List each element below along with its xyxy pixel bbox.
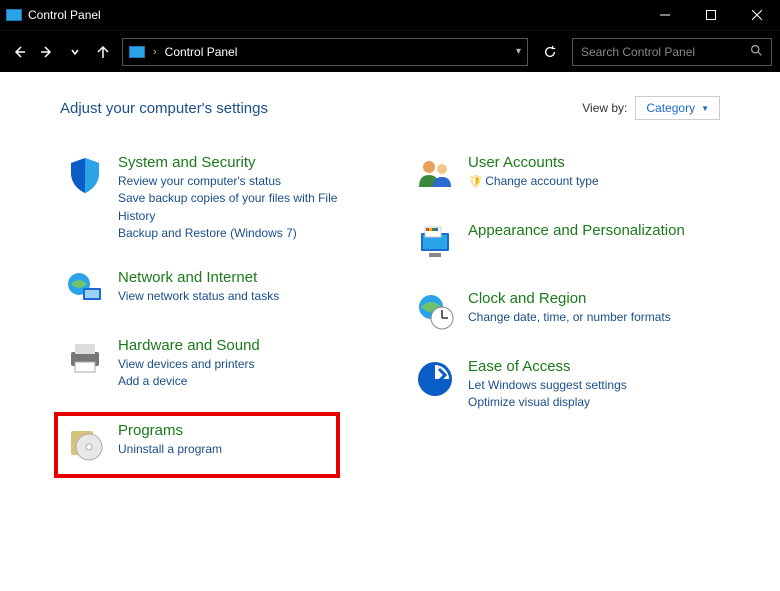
link-text: Change account type	[485, 174, 598, 188]
chevron-down-icon[interactable]: ▾	[516, 46, 521, 57]
category-ease-of-access: Ease of Access Let Windows suggest setti…	[410, 354, 720, 416]
link-review-status[interactable]: Review your computer's status	[118, 173, 366, 190]
link-network-status[interactable]: View network status and tasks	[118, 288, 366, 305]
uac-shield-icon: 🛡	[468, 174, 483, 188]
category-programs: Programs Uninstall a program	[54, 412, 340, 478]
category-title[interactable]: Programs	[118, 422, 330, 439]
link-suggest-settings[interactable]: Let Windows suggest settings	[468, 377, 716, 394]
globe-icon	[64, 269, 106, 311]
category-title[interactable]: Clock and Region	[468, 290, 716, 307]
link-file-history[interactable]: Save backup copies of your files with Fi…	[118, 190, 366, 225]
window-title: Control Panel	[28, 8, 642, 22]
control-panel-icon	[129, 46, 145, 58]
search-box[interactable]	[572, 38, 772, 66]
link-change-date-time[interactable]: Change date, time, or number formats	[468, 309, 716, 326]
category-title[interactable]: User Accounts	[468, 154, 716, 171]
category-network: Network and Internet View network status…	[60, 265, 370, 315]
clock-globe-icon	[414, 290, 456, 332]
breadcrumb-separator-icon: ›	[153, 46, 157, 58]
view-by-selector[interactable]: Category ▼	[635, 96, 720, 120]
category-system-security: System and Security Review your computer…	[60, 150, 370, 247]
search-icon[interactable]	[750, 44, 763, 60]
navbar: › Control Panel ▾	[0, 30, 780, 72]
address-bar[interactable]: › Control Panel ▾	[122, 38, 528, 66]
right-column: User Accounts 🛡Change account type Appea…	[410, 150, 720, 496]
top-row: Adjust your computer's settings View by:…	[60, 96, 720, 120]
category-clock-region: Clock and Region Change date, time, or n…	[410, 286, 720, 336]
shield-icon	[64, 154, 106, 196]
monitor-icon	[414, 222, 456, 264]
content: Adjust your computer's settings View by:…	[0, 72, 780, 496]
titlebar: Control Panel	[0, 0, 780, 30]
category-title[interactable]: Network and Internet	[118, 269, 366, 286]
category-title[interactable]: System and Security	[118, 154, 366, 171]
link-backup-restore[interactable]: Backup and Restore (Windows 7)	[118, 225, 366, 242]
up-button[interactable]	[92, 41, 114, 63]
people-icon	[414, 154, 456, 196]
breadcrumb-current[interactable]: Control Panel	[165, 45, 508, 59]
link-change-account-type[interactable]: 🛡Change account type	[468, 173, 716, 190]
close-button[interactable]	[734, 0, 780, 30]
category-title[interactable]: Ease of Access	[468, 358, 716, 375]
recent-dropdown[interactable]	[64, 41, 86, 63]
link-optimize-display[interactable]: Optimize visual display	[468, 394, 716, 411]
back-button[interactable]	[8, 41, 30, 63]
category-hardware: Hardware and Sound View devices and prin…	[60, 333, 370, 395]
view-by-value: Category	[646, 101, 695, 115]
category-title[interactable]: Hardware and Sound	[118, 337, 366, 354]
category-columns: System and Security Review your computer…	[60, 150, 720, 496]
window-controls	[642, 0, 780, 30]
forward-button[interactable]	[36, 41, 58, 63]
link-add-device[interactable]: Add a device	[118, 373, 366, 390]
category-user-accounts: User Accounts 🛡Change account type	[410, 150, 720, 200]
category-title[interactable]: Appearance and Personalization	[468, 222, 716, 239]
ease-of-access-icon	[414, 358, 456, 400]
chevron-down-icon: ▼	[701, 104, 709, 113]
view-by: View by: Category ▼	[582, 96, 720, 120]
printer-icon	[64, 337, 106, 379]
search-input[interactable]	[581, 45, 750, 59]
left-column: System and Security Review your computer…	[60, 150, 370, 496]
page-heading: Adjust your computer's settings	[60, 100, 268, 117]
link-uninstall-program[interactable]: Uninstall a program	[118, 441, 330, 458]
control-panel-icon	[6, 9, 22, 21]
disc-icon	[64, 422, 106, 464]
view-by-label: View by:	[582, 101, 627, 115]
category-appearance: Appearance and Personalization	[410, 218, 720, 268]
nav-arrows	[8, 41, 114, 63]
link-devices-printers[interactable]: View devices and printers	[118, 356, 366, 373]
maximize-button[interactable]	[688, 0, 734, 30]
minimize-button[interactable]	[642, 0, 688, 30]
refresh-button[interactable]	[536, 38, 564, 66]
